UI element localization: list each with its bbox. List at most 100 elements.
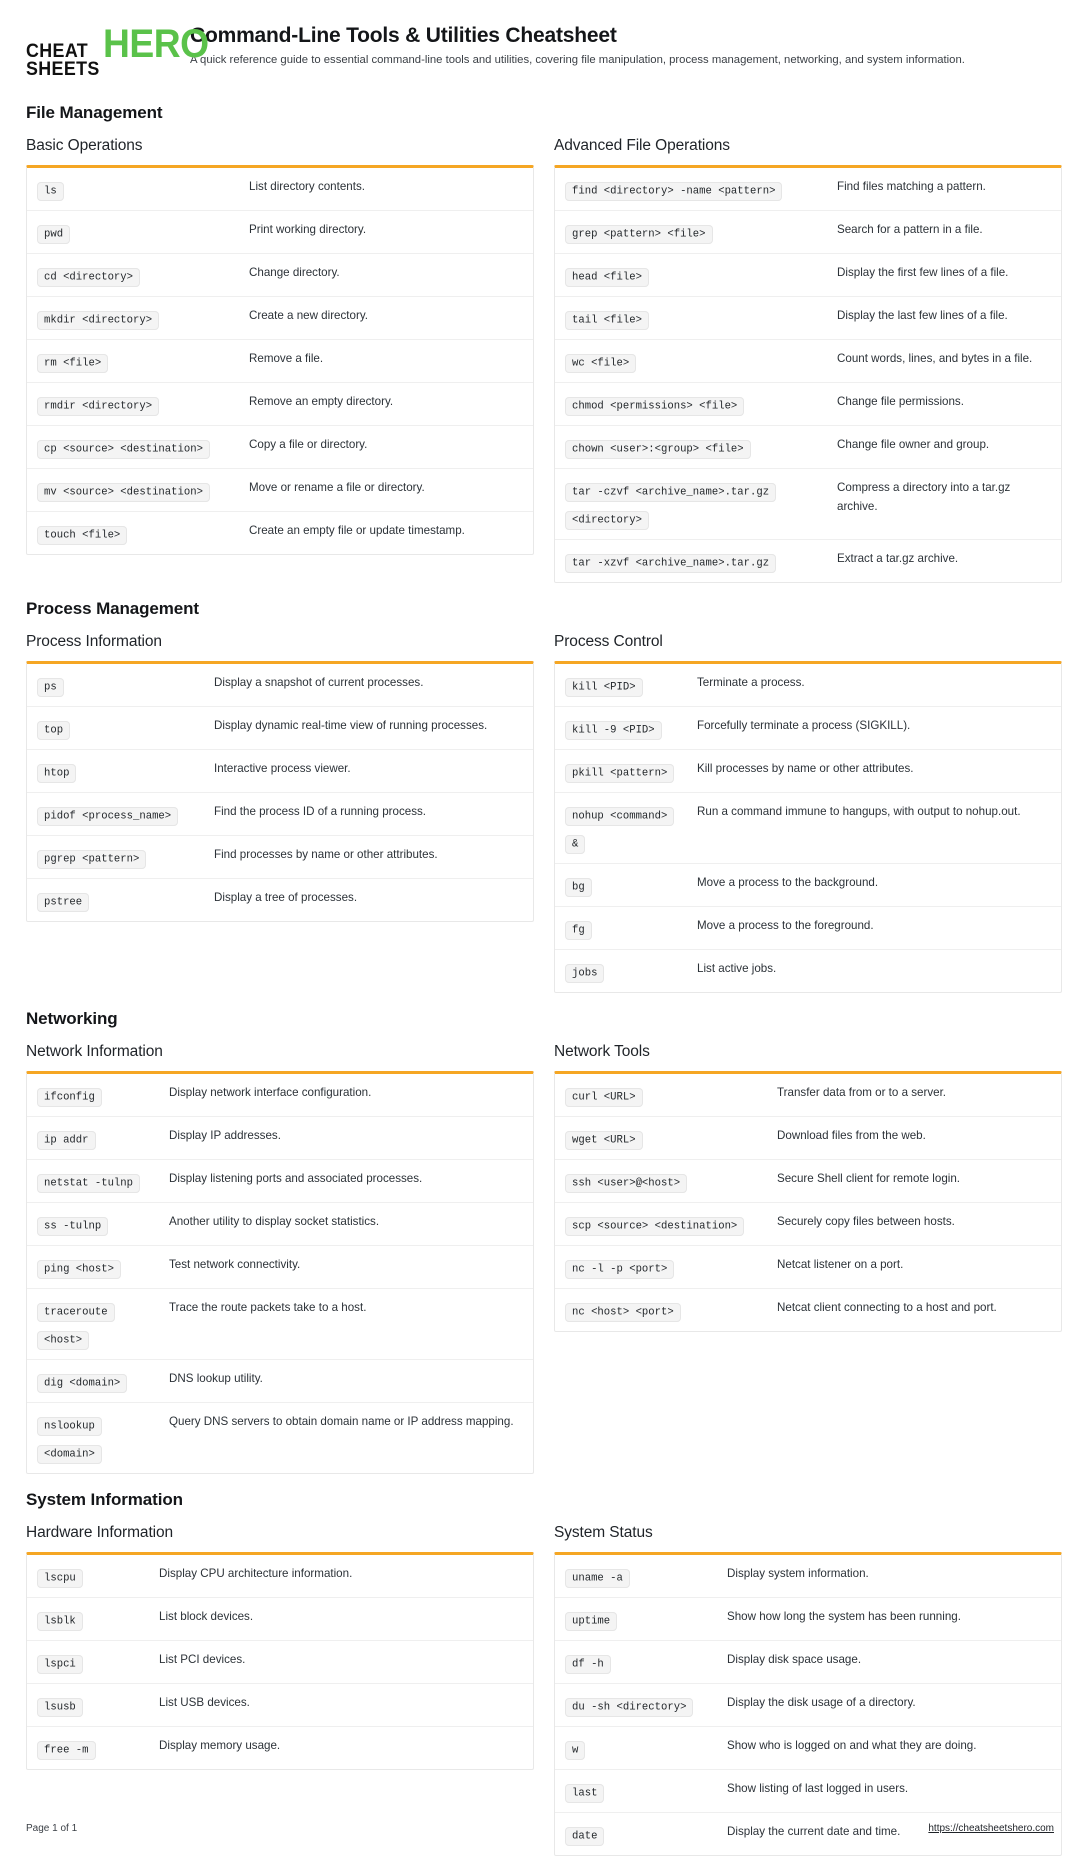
description-cell: Create an empty file or update timestamp… xyxy=(249,524,465,538)
description-cell: Print working directory. xyxy=(249,223,367,237)
command-chip: jobs xyxy=(565,963,605,983)
table-row: mv <source> <destination> Move or rename … xyxy=(27,468,533,511)
command-chip: nc -l -p <port> xyxy=(565,1259,675,1279)
command-cell: find <directory> -name <pattern> xyxy=(565,175,837,203)
table-row: lscpu Display CPU architecture informatio… xyxy=(27,1555,533,1597)
command-cell: chown <user>:<group> <file> xyxy=(565,433,837,461)
command-chip: kill <PID> xyxy=(565,677,643,697)
brand-word-sheets: SHEETS xyxy=(26,59,100,81)
command-cell: ip addr xyxy=(37,1124,169,1152)
command-chip: tail <file> xyxy=(565,310,649,330)
description-cell: Remove a file. xyxy=(249,352,324,366)
brand-word-hero: HERO xyxy=(103,22,210,66)
command-chip: mv <source> <destination> xyxy=(37,482,210,502)
command-cell: top xyxy=(37,714,214,742)
table-row: cd <directory> Change directory. xyxy=(27,253,533,296)
page-subtitle: A quick reference guide to essential com… xyxy=(190,54,965,66)
table-row: w Show who is logged on and what they are… xyxy=(555,1726,1061,1769)
table-row: last Show listing of last logged in users… xyxy=(555,1769,1061,1812)
table-row: touch <file> Create an empty file or upda… xyxy=(27,511,533,554)
section-columns: Basic Operations ls List directory content… xyxy=(26,137,1062,584)
command-cell: grep <pattern> <file> xyxy=(565,218,837,246)
description-cell: Change directory. xyxy=(249,266,340,280)
command-chip: rmdir <directory> xyxy=(37,396,160,416)
command-chip: rm <file> xyxy=(37,353,109,373)
site-url-link[interactable]: https://cheatsheetshero.com xyxy=(928,1823,1054,1834)
table-row: pstree Display a tree of processes. xyxy=(27,878,533,921)
description-cell: Display the disk usage of a directory. xyxy=(727,1696,916,1710)
description-cell: Kill processes by name or other attribut… xyxy=(697,762,914,776)
subsection-title: Network Information xyxy=(26,1043,163,1061)
description-cell: Find processes by name or other attribut… xyxy=(214,848,438,862)
description-cell: Display CPU architecture information. xyxy=(159,1567,353,1581)
command-cell: uname -a xyxy=(565,1562,727,1590)
command-cell: head <file> xyxy=(565,261,837,289)
table-row: uname -a Display system information. xyxy=(555,1555,1061,1597)
command-chip: du -sh <directory> xyxy=(565,1697,694,1717)
command-cell: ss -tulnp xyxy=(37,1210,169,1238)
command-chip: pkill <pattern> xyxy=(565,763,675,783)
table-row: kill <PID> Terminate a process. xyxy=(555,664,1061,706)
command-cell: kill -9 <PID> xyxy=(565,714,697,742)
table-row: df -h Display disk space usage. xyxy=(555,1640,1061,1683)
command-chip: ps xyxy=(37,677,64,697)
command-cell: tar -xzvf <archive_name>.tar.gz xyxy=(565,547,837,575)
command-table: lscpu Display CPU architecture informatio… xyxy=(26,1552,534,1771)
description-cell: Count words, lines, and bytes in a file. xyxy=(837,352,1033,366)
command-chip: lsblk xyxy=(37,1611,83,1631)
description-cell: Test network connectivity. xyxy=(169,1258,301,1272)
description-cell: Download files from the web. xyxy=(777,1129,926,1143)
command-cell: htop xyxy=(37,757,214,785)
description-cell: Netcat listener on a port. xyxy=(777,1258,904,1272)
description-cell: Netcat client connecting to a host and p… xyxy=(777,1301,997,1315)
command-cell: nohup <command> & xyxy=(565,800,697,856)
command-chip: chown <user>:<group> <file> xyxy=(565,439,751,459)
description-cell: Display IP addresses. xyxy=(169,1129,281,1143)
description-cell: Remove an empty directory. xyxy=(249,395,394,409)
description-cell: Find files matching a pattern. xyxy=(837,180,986,194)
command-cell: bg xyxy=(565,871,697,899)
description-cell: Compress a directory into a tar.gz archi… xyxy=(837,481,1011,514)
table-row: lsblk List block devices. xyxy=(27,1597,533,1640)
description-cell: Terminate a process. xyxy=(697,676,805,690)
command-chip: wc <file> xyxy=(565,353,637,373)
table-row: pwd Print working directory. xyxy=(27,210,533,253)
table-row: fg Move a process to the foreground. xyxy=(555,906,1061,949)
table-row: ls List directory contents. xyxy=(27,168,533,210)
table-row: ifconfig Display network interface config… xyxy=(27,1074,533,1116)
sections-container: File Management Basic Operations ls List di… xyxy=(26,103,1062,1856)
description-cell: Another utility to display socket statis… xyxy=(169,1215,380,1229)
table-row: htop Interactive process viewer. xyxy=(27,749,533,792)
section-title: System Information xyxy=(26,1490,183,1510)
table-row: wc <file> Count words, lines, and bytes i… xyxy=(555,339,1061,382)
command-cell: nc -l -p <port> xyxy=(565,1253,777,1281)
description-cell: Forcefully terminate a process (SIGKILL)… xyxy=(697,719,911,733)
table-column: Basic Operations ls List directory content… xyxy=(26,137,534,556)
command-table: kill <PID> Terminate a process. kill -9 <P… xyxy=(554,661,1062,994)
table-row: ss -tulnp Another utility to display sock… xyxy=(27,1202,533,1245)
command-chip: netstat -tulnp xyxy=(37,1173,141,1193)
description-cell: Show how long the system has been runnin… xyxy=(727,1610,961,1624)
description-cell: DNS lookup utility. xyxy=(169,1372,263,1386)
table-row: tail <file> Display the last few lines of… xyxy=(555,296,1061,339)
table-row: lsusb List USB devices. xyxy=(27,1683,533,1726)
command-cell: lscpu xyxy=(37,1562,159,1590)
section-columns: Hardware Information lscpu Display CPU arc… xyxy=(26,1524,1062,1856)
brand-logo: CHEAT SHEETS HERO xyxy=(26,22,210,81)
command-chip: pwd xyxy=(37,224,71,244)
description-cell: Change file permissions. xyxy=(837,395,964,409)
description-cell: Display disk space usage. xyxy=(727,1653,862,1667)
table-row: chmod <permissions> <file> Change file pe… xyxy=(555,382,1061,425)
command-chip: lsusb xyxy=(37,1697,83,1717)
command-chip: chmod <permissions> <file> xyxy=(565,396,745,416)
table-row: nc <host> <port> Netcat client connecting… xyxy=(555,1288,1061,1331)
description-cell: Display dynamic real-time view of runnin… xyxy=(214,719,488,733)
description-cell: List active jobs. xyxy=(697,962,777,976)
command-chip: top xyxy=(37,720,71,740)
command-cell: cd <directory> xyxy=(37,261,249,289)
table-row: dig <domain> DNS lookup utility. xyxy=(27,1359,533,1402)
description-cell: Copy a file or directory. xyxy=(249,438,368,452)
command-table: uname -a Display system information. uptim… xyxy=(554,1552,1062,1856)
subsection-title: Advanced File Operations xyxy=(554,137,730,155)
description-cell: Show listing of last logged in users. xyxy=(727,1782,909,1796)
